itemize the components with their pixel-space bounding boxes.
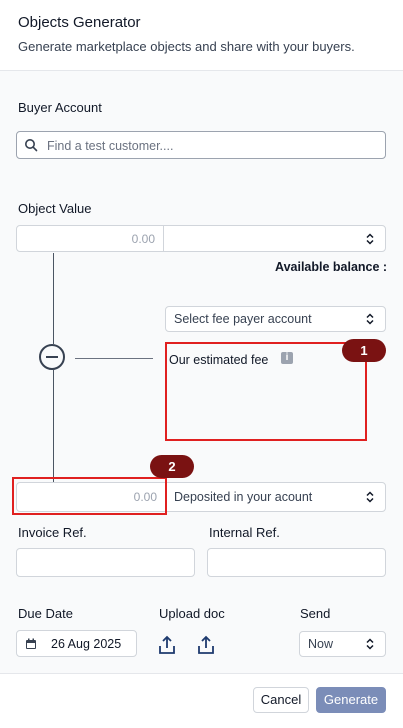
deposit-account-value: Deposited in your acount <box>174 490 313 504</box>
invoice-ref-input[interactable] <box>16 548 195 577</box>
search-icon <box>25 139 38 152</box>
due-date-picker[interactable]: 26 Aug 2025 <box>16 630 137 657</box>
send-select[interactable]: Now <box>299 631 386 657</box>
buyer-account-label: Buyer Account <box>18 100 102 115</box>
invoice-ref-label: Invoice Ref. <box>18 525 87 540</box>
chevron-up-down-icon <box>366 233 374 245</box>
annotation-badge-2: 2 <box>150 455 194 478</box>
deposit-account-select[interactable]: Deposited in your acount <box>165 482 386 512</box>
dialog-footer: Cancel Generate <box>0 673 403 728</box>
due-date-value: 26 Aug 2025 <box>51 637 122 651</box>
buyer-search-input[interactable] <box>45 136 379 156</box>
fee-payer-select[interactable]: Select fee payer account <box>165 306 386 332</box>
dialog-title: Objects Generator <box>18 14 141 31</box>
upload-doc-label: Upload doc <box>159 606 225 621</box>
upload-icon[interactable] <box>158 635 176 655</box>
minus-circle-icon[interactable] <box>39 344 65 370</box>
flow-line-top <box>53 253 54 344</box>
annotation-badge-1: 1 <box>342 339 386 362</box>
chevron-up-down-icon <box>366 491 374 503</box>
buyer-search-field[interactable] <box>16 131 386 159</box>
object-value-amount: 0.00 <box>131 232 155 246</box>
dialog-subtitle: Generate marketplace objects and share w… <box>18 39 355 54</box>
chevron-up-down-icon <box>366 638 374 650</box>
annotation-box-deposit-amount <box>12 477 167 515</box>
due-date-label: Due Date <box>18 606 73 621</box>
send-label: Send <box>300 606 331 621</box>
dialog-header: Objects Generator Generate marketplace o… <box>0 0 403 71</box>
currency-select[interactable] <box>163 225 386 252</box>
send-value: Now <box>308 637 334 651</box>
object-value-amount-input[interactable]: 0.00 <box>16 225 164 252</box>
internal-ref-label: Internal Ref. <box>209 525 280 540</box>
available-balance-label: Available balance : <box>275 260 388 274</box>
fee-payer-value: Select fee payer account <box>174 312 312 326</box>
generate-button[interactable]: Generate <box>316 687 386 713</box>
calendar-icon <box>26 638 36 649</box>
upload-icon[interactable] <box>197 635 215 655</box>
flow-line-bottom <box>53 370 54 484</box>
annotation-box-estimated-fee <box>165 342 367 441</box>
cancel-button[interactable]: Cancel <box>253 687 309 713</box>
internal-ref-input[interactable] <box>207 548 386 577</box>
object-value-label: Object Value <box>18 201 92 216</box>
chevron-up-down-icon <box>366 313 374 325</box>
flow-line-horizontal <box>75 358 153 359</box>
